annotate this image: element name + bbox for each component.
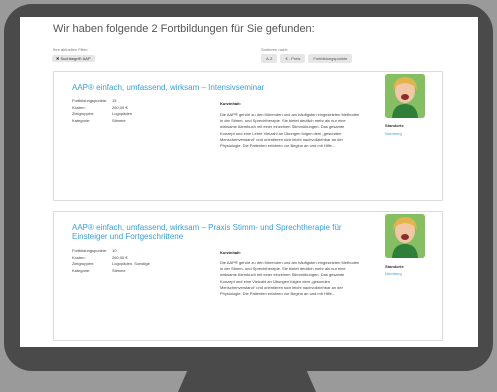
sort-points-button[interactable]: Fortbildungspunkte [308, 54, 353, 63]
screen: Wir haben folgende 2 Fortbildungen für S… [20, 17, 478, 347]
location-label: Standorte [385, 123, 404, 128]
fact-value: Stimme [112, 267, 126, 273]
photo-icon [385, 74, 425, 118]
short-description: Die AAP® gehört zu den führenden und am … [220, 112, 360, 149]
active-filter-chip[interactable]: ✖ Suchbegriff: AAP [52, 55, 95, 62]
short-description: Die AAP® gehört zu den führenden und am … [220, 260, 360, 297]
sort-label: Sortieren nach: [261, 47, 289, 52]
person-photo [385, 74, 425, 118]
results-heading: Wir haben folgende 2 Fortbildungen für S… [53, 23, 315, 35]
fact-key: Kategorie: [72, 267, 91, 273]
course-title-link[interactable]: AAP® einfach, umfassend, wirksam – Inten… [72, 83, 362, 92]
fact-key: Kategorie: [72, 117, 91, 123]
course-title-link[interactable]: AAP® einfach, umfassend, wirksam – Praxi… [72, 223, 362, 241]
filters-label: Ihre aktuellen Filter: [53, 47, 89, 52]
course-card[interactable]: AAP® einfach, umfassend, wirksam – Praxi… [53, 211, 443, 341]
fact-value: Stimme [112, 117, 126, 123]
short-description-label: Kurzinhalt: [220, 250, 241, 255]
short-description-label: Kurzinhalt: [220, 101, 241, 106]
location-label: Standorte [385, 264, 404, 269]
course-card[interactable]: AAP® einfach, umfassend, wirksam – Inten… [53, 71, 443, 201]
course-facts: Fortbildungspunkte: 10 Kosten: 260,00 € Zi… [72, 248, 150, 274]
course-facts: Fortbildungspunkte: 15 Kosten: 260,00 € Zi… [72, 98, 132, 124]
location-link[interactable]: Nürnberg [385, 131, 402, 136]
active-filter-label: Suchbegriff: AAP [60, 56, 91, 61]
sort-options: A-Z € - Preis Fortbildungspunkte [261, 54, 353, 63]
location-link[interactable]: Nürnberg [385, 271, 402, 276]
sort-az-button[interactable]: A-Z [261, 54, 278, 63]
sort-price-button[interactable]: € - Preis [280, 54, 306, 63]
person-photo [385, 214, 425, 258]
monitor-stand [178, 360, 316, 392]
photo-icon [385, 214, 425, 258]
